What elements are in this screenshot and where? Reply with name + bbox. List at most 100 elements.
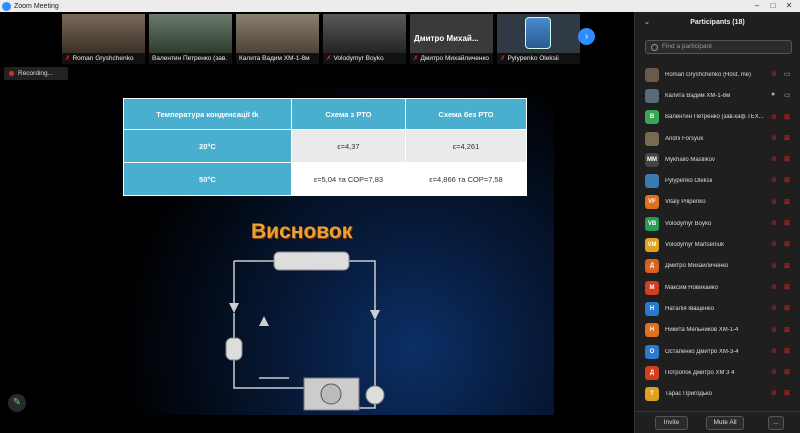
close-button[interactable]: ✕ (782, 0, 796, 12)
participant-name: Тарас Пригодько (665, 391, 712, 398)
recording-indicator[interactable]: Recording... (4, 67, 68, 80)
mic-muted-icon[interactable]: ⊘ (771, 176, 779, 185)
participant-item[interactable]: Д Дмитро Михайличенко ⊘ ⊠ (635, 256, 800, 277)
mic-icon[interactable]: ● (771, 91, 779, 100)
participant-item[interactable]: VF Vitaly Pilipenko ⊘ ⊠ (635, 192, 800, 213)
shared-screen-slide: Температура конденсації tk Схема з РТО С… (89, 88, 554, 415)
video-off-icon[interactable]: ⊠ (784, 326, 793, 334)
camera-feed (62, 14, 145, 54)
video-tile[interactable]: ✗ Roman Gryshchenko (62, 14, 145, 64)
mic-muted-icon[interactable]: ⊘ (771, 70, 779, 79)
more-button[interactable]: ... (768, 415, 784, 430)
video-tile[interactable]: ✗ Pylypenko Oleksii (497, 14, 580, 64)
video-off-icon[interactable]: ⊠ (784, 219, 793, 227)
participant-item[interactable]: Т Тарас Пригодько ⊘ ⊠ (635, 383, 800, 404)
participant-name: Валентин Петренко (зав.каф.ТЕХ... (665, 114, 764, 121)
video-strip: ✗ Roman Gryshchenko Валентин Петренко (за… (62, 14, 580, 64)
slide-heading: Висновок (251, 220, 353, 243)
participant-name: Pylypenko Oleksii (665, 178, 713, 185)
participant-item[interactable]: Н Наталія Іващенко ⊘ ⊠ (635, 298, 800, 319)
invite-button[interactable]: Invite (655, 415, 688, 430)
chevron-down-icon[interactable]: ⌄ (644, 12, 650, 34)
avatar: Н (645, 323, 659, 338)
participant-item[interactable]: Andrii Forsyuk ⊘ ⊠ (635, 128, 800, 149)
video-off-icon[interactable]: ⊠ (784, 198, 793, 206)
video-off-icon[interactable]: ⊠ (784, 113, 793, 121)
video-tile[interactable]: ✗ Volodymyr Boyko (323, 14, 406, 64)
participant-name: Vitaly Pilipenko (665, 199, 706, 206)
participant-name: Никита Мельников ХМ-1-4 (665, 327, 739, 334)
participant-name: Дмитро Михайличенко (665, 263, 729, 270)
participant-item[interactable]: Д Потропок Дмитро ХМ 3 4 ⊘ ⊠ (635, 362, 800, 383)
video-tile[interactable]: Дмитро Михай... ✗ Дмитро Михайличенко (410, 14, 493, 64)
panel-footer: Invite Mute All ... (635, 411, 800, 433)
avatar: В (645, 110, 659, 125)
video-off-icon[interactable]: ⊠ (784, 262, 793, 270)
participant-item[interactable]: Roman Gryshchenko (Host, me) ⊘ ▭ (635, 64, 800, 85)
avatar (645, 67, 659, 82)
mic-muted-icon[interactable]: ⊘ (771, 113, 779, 122)
camera-feed (236, 14, 319, 54)
title-bar: Zoom Meeting – □ ✕ (0, 0, 800, 12)
mic-muted-icon[interactable]: ⊘ (771, 368, 779, 377)
participant-name: Наталія Іващенко (665, 305, 714, 312)
mute-all-button[interactable]: Mute All (706, 415, 744, 430)
search-input[interactable]: Find a participant (645, 40, 792, 54)
row-label: 50°С (123, 162, 292, 196)
mic-muted-icon[interactable]: ⊘ (771, 240, 779, 249)
participant-item[interactable]: VM Volodymyr Martseniuk ⊘ ⊠ (635, 234, 800, 255)
mic-muted-icon[interactable]: ⊘ (771, 347, 779, 356)
minimize-button[interactable]: – (750, 0, 764, 12)
maximize-button[interactable]: □ (766, 0, 780, 12)
avatar: М (645, 280, 659, 295)
avatar: Н (645, 301, 659, 316)
receiver-icon (225, 337, 243, 361)
avatar (645, 131, 659, 146)
participant-item[interactable]: Pylypenko Oleksii ⊘ ⊠ (635, 170, 800, 191)
annotate-pencil-icon[interactable]: ✎ (8, 394, 26, 412)
mic-muted-icon[interactable]: ⊘ (771, 326, 779, 335)
participant-item[interactable]: М Максим Новикайко ⊘ ⊠ (635, 277, 800, 298)
video-off-icon[interactable]: ⊠ (784, 134, 793, 142)
video-icon[interactable]: ▭ (784, 91, 793, 99)
avatar: О (645, 344, 659, 359)
avatar: Т (645, 387, 659, 402)
video-tile[interactable]: Валентин Петренко (зав. (149, 14, 232, 64)
video-off-icon[interactable]: ⊠ (784, 176, 793, 184)
mic-muted-icon[interactable]: ⊘ (771, 389, 779, 398)
avatar: Д (645, 365, 659, 380)
video-off-icon[interactable]: ⊠ (784, 304, 793, 312)
participant-item[interactable]: VB Volodymyr Boyko ⊘ ⊠ (635, 213, 800, 234)
participant-name: Andrii Forsyuk (665, 135, 704, 142)
participant-name: Потропок Дмитро ХМ 3 4 (665, 369, 735, 376)
video-off-icon[interactable]: ⊠ (784, 155, 793, 163)
mic-muted-icon[interactable]: ⊘ (771, 155, 779, 164)
participant-item[interactable]: О Остапенко Дмитро ХМ-3-4 ⊘ ⊠ (635, 341, 800, 362)
participant-item[interactable]: Калита Вадим ХМ-1-8м ● ▭ (635, 85, 800, 106)
next-page-button[interactable]: › (578, 28, 595, 45)
tile-name: Калита Вадим ХМ-1-8м (239, 55, 310, 62)
participant-item[interactable]: MM Mykhailo Masliikov ⊘ ⊠ (635, 149, 800, 170)
video-off-icon[interactable]: ⊠ (784, 240, 793, 248)
mic-muted-icon[interactable]: ⊘ (771, 219, 779, 228)
video-off-icon[interactable]: ⊠ (784, 283, 793, 291)
video-off-icon[interactable]: ⊠ (784, 389, 793, 397)
video-off-icon[interactable]: ⊠ (784, 368, 793, 376)
mic-muted-icon[interactable]: ⊘ (771, 198, 779, 207)
mic-muted-icon[interactable]: ⊘ (771, 283, 779, 292)
mic-muted-icon[interactable]: ⊘ (771, 262, 779, 271)
video-tile[interactable]: Калита Вадим ХМ-1-8м (236, 14, 319, 64)
participants-list: Roman Gryshchenko (Host, me) ⊘ ▭ Калита Вад… (635, 64, 800, 414)
tile-name: Pylypenko Oleksii (507, 55, 559, 62)
mic-muted-icon: ✗ (413, 55, 419, 62)
mic-muted-icon: ✗ (65, 55, 71, 62)
table-header: Температура конденсації tk (123, 98, 292, 130)
mic-muted-icon[interactable]: ⊘ (771, 134, 779, 143)
video-off-icon[interactable]: ⊠ (784, 347, 793, 355)
participant-item[interactable]: В Валентин Петренко (зав.каф.ТЕХ... ⊘ ⊠ (635, 107, 800, 128)
results-table: Температура конденсації tk Схема з РТО С… (123, 98, 527, 196)
mic-muted-icon[interactable]: ⊘ (771, 304, 779, 313)
participant-item[interactable]: Н Никита Мельников ХМ-1-4 ⊘ ⊠ (635, 320, 800, 341)
tile-name: Валентин Петренко (зав. (152, 55, 228, 62)
video-icon[interactable]: ▭ (784, 70, 793, 78)
